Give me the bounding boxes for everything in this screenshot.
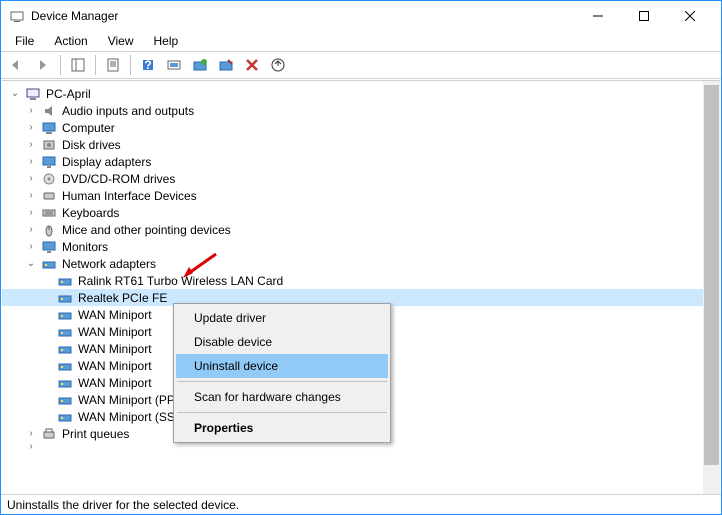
network-adapter-icon	[57, 375, 73, 391]
network-adapter-icon	[57, 324, 73, 340]
context-menu-item[interactable]: Uninstall device	[176, 354, 388, 378]
tree-device[interactable]: Ralink RT61 Turbo Wireless LAN Card	[2, 272, 720, 289]
device-label: Realtek PCIe FE	[76, 291, 169, 305]
close-button[interactable]	[667, 1, 713, 31]
category-label: Print queues	[60, 427, 131, 441]
tree-category[interactable]: › Human Interface Devices	[2, 187, 720, 204]
disable-device-button[interactable]	[214, 53, 238, 77]
menu-action[interactable]: Action	[46, 32, 95, 50]
tree-category[interactable]: › Display adapters	[2, 153, 720, 170]
forward-button[interactable]	[31, 53, 55, 77]
collapse-icon[interactable]: ⌄	[24, 258, 38, 269]
category-label: Audio inputs and outputs	[60, 104, 196, 118]
expand-icon[interactable]: ›	[24, 428, 38, 439]
menu-help[interactable]: Help	[146, 32, 187, 50]
help-button[interactable]: ?	[136, 53, 160, 77]
network-adapter-icon	[57, 273, 73, 289]
uninstall-device-button[interactable]	[240, 53, 264, 77]
show-hide-tree-button[interactable]	[66, 53, 90, 77]
network-adapter-icon	[57, 290, 73, 306]
expand-icon[interactable]: ›	[24, 139, 38, 150]
expand-icon[interactable]: ›	[24, 105, 38, 116]
expand-icon[interactable]: ›	[24, 224, 38, 235]
category-label: Network adapters	[60, 257, 158, 271]
disk-icon	[41, 137, 57, 153]
menu-view[interactable]: View	[100, 32, 142, 50]
menu-bar: File Action View Help	[1, 31, 721, 51]
scrollbar[interactable]	[703, 81, 720, 494]
scan-hardware-button[interactable]	[162, 53, 186, 77]
maximize-button[interactable]	[621, 1, 667, 31]
window-title: Device Manager	[31, 9, 575, 23]
hid-icon	[41, 188, 57, 204]
context-menu-item[interactable]: Update driver	[176, 306, 388, 330]
tree-category[interactable]: › DVD/CD-ROM drives	[2, 170, 720, 187]
collapse-icon[interactable]: ⌄	[8, 88, 22, 99]
category-label: Computer	[60, 121, 117, 135]
expand-icon[interactable]: ›	[24, 156, 38, 167]
device-label: WAN Miniport	[76, 359, 154, 373]
device-label: WAN Miniport	[76, 308, 154, 322]
minimize-button[interactable]	[575, 1, 621, 31]
title-bar: Device Manager	[1, 1, 721, 31]
category-label: Disk drives	[60, 138, 123, 152]
properties-button[interactable]	[101, 53, 125, 77]
root-label: PC-April	[44, 87, 93, 101]
device-label: WAN Miniport	[76, 325, 154, 339]
tree-category[interactable]: › Disk drives	[2, 136, 720, 153]
mouse-icon	[41, 222, 57, 238]
context-menu-item[interactable]: Disable device	[176, 330, 388, 354]
network-adapter-icon	[57, 307, 73, 323]
tree-root[interactable]: ⌄ PC-April	[2, 85, 720, 102]
category-label: Display adapters	[60, 155, 153, 169]
expand-icon[interactable]: ›	[24, 190, 38, 201]
context-menu-item[interactable]: Scan for hardware changes	[176, 385, 388, 409]
category-label: Monitors	[60, 240, 110, 254]
expand-icon[interactable]: ›	[24, 207, 38, 218]
dvd-icon	[41, 171, 57, 187]
tree-category[interactable]: ›	[2, 442, 720, 450]
app-icon	[9, 8, 25, 24]
expand-icon[interactable]: ›	[24, 122, 38, 133]
device-label: WAN Miniport	[76, 376, 154, 390]
tree-category[interactable]: › Mice and other pointing devices	[2, 221, 720, 238]
category-label: Keyboards	[60, 206, 121, 220]
tree-category[interactable]: › Keyboards	[2, 204, 720, 221]
computer-icon	[25, 86, 41, 102]
category-label: Human Interface Devices	[60, 189, 199, 203]
keyboard-icon	[41, 205, 57, 221]
category-label: DVD/CD-ROM drives	[60, 172, 177, 186]
category-label: Mice and other pointing devices	[60, 223, 233, 237]
tree-category[interactable]: › Computer	[2, 119, 720, 136]
device-label: Ralink RT61 Turbo Wireless LAN Card	[76, 274, 285, 288]
audio-icon	[41, 103, 57, 119]
status-text: Uninstalls the driver for the selected d…	[7, 498, 239, 512]
context-menu-item[interactable]: Properties	[176, 416, 388, 440]
monitor-icon	[41, 239, 57, 255]
update-driver-button[interactable]	[188, 53, 212, 77]
display-icon	[41, 154, 57, 170]
scrollbar-thumb[interactable]	[704, 85, 719, 465]
printer-icon	[41, 426, 57, 442]
back-button[interactable]	[5, 53, 29, 77]
add-legacy-hardware-button[interactable]	[266, 53, 290, 77]
tree-category[interactable]: › Audio inputs and outputs	[2, 102, 720, 119]
context-menu: Update driverDisable deviceUninstall dev…	[173, 303, 391, 443]
computer-icon	[41, 120, 57, 136]
tree-category-network[interactable]: ⌄ Network adapters	[2, 255, 720, 272]
device-label: WAN Miniport	[76, 342, 154, 356]
expand-icon[interactable]: ›	[24, 241, 38, 252]
menu-file[interactable]: File	[7, 32, 42, 50]
svg-text:?: ?	[144, 58, 151, 72]
network-adapter-icon	[41, 256, 57, 272]
network-adapter-icon	[57, 392, 73, 408]
expand-icon[interactable]: ›	[24, 173, 38, 184]
status-bar: Uninstalls the driver for the selected d…	[1, 494, 721, 514]
network-adapter-icon	[57, 358, 73, 374]
network-adapter-icon	[57, 409, 73, 425]
tree-category[interactable]: › Monitors	[2, 238, 720, 255]
toolbar: ?	[1, 51, 721, 79]
network-adapter-icon	[57, 341, 73, 357]
